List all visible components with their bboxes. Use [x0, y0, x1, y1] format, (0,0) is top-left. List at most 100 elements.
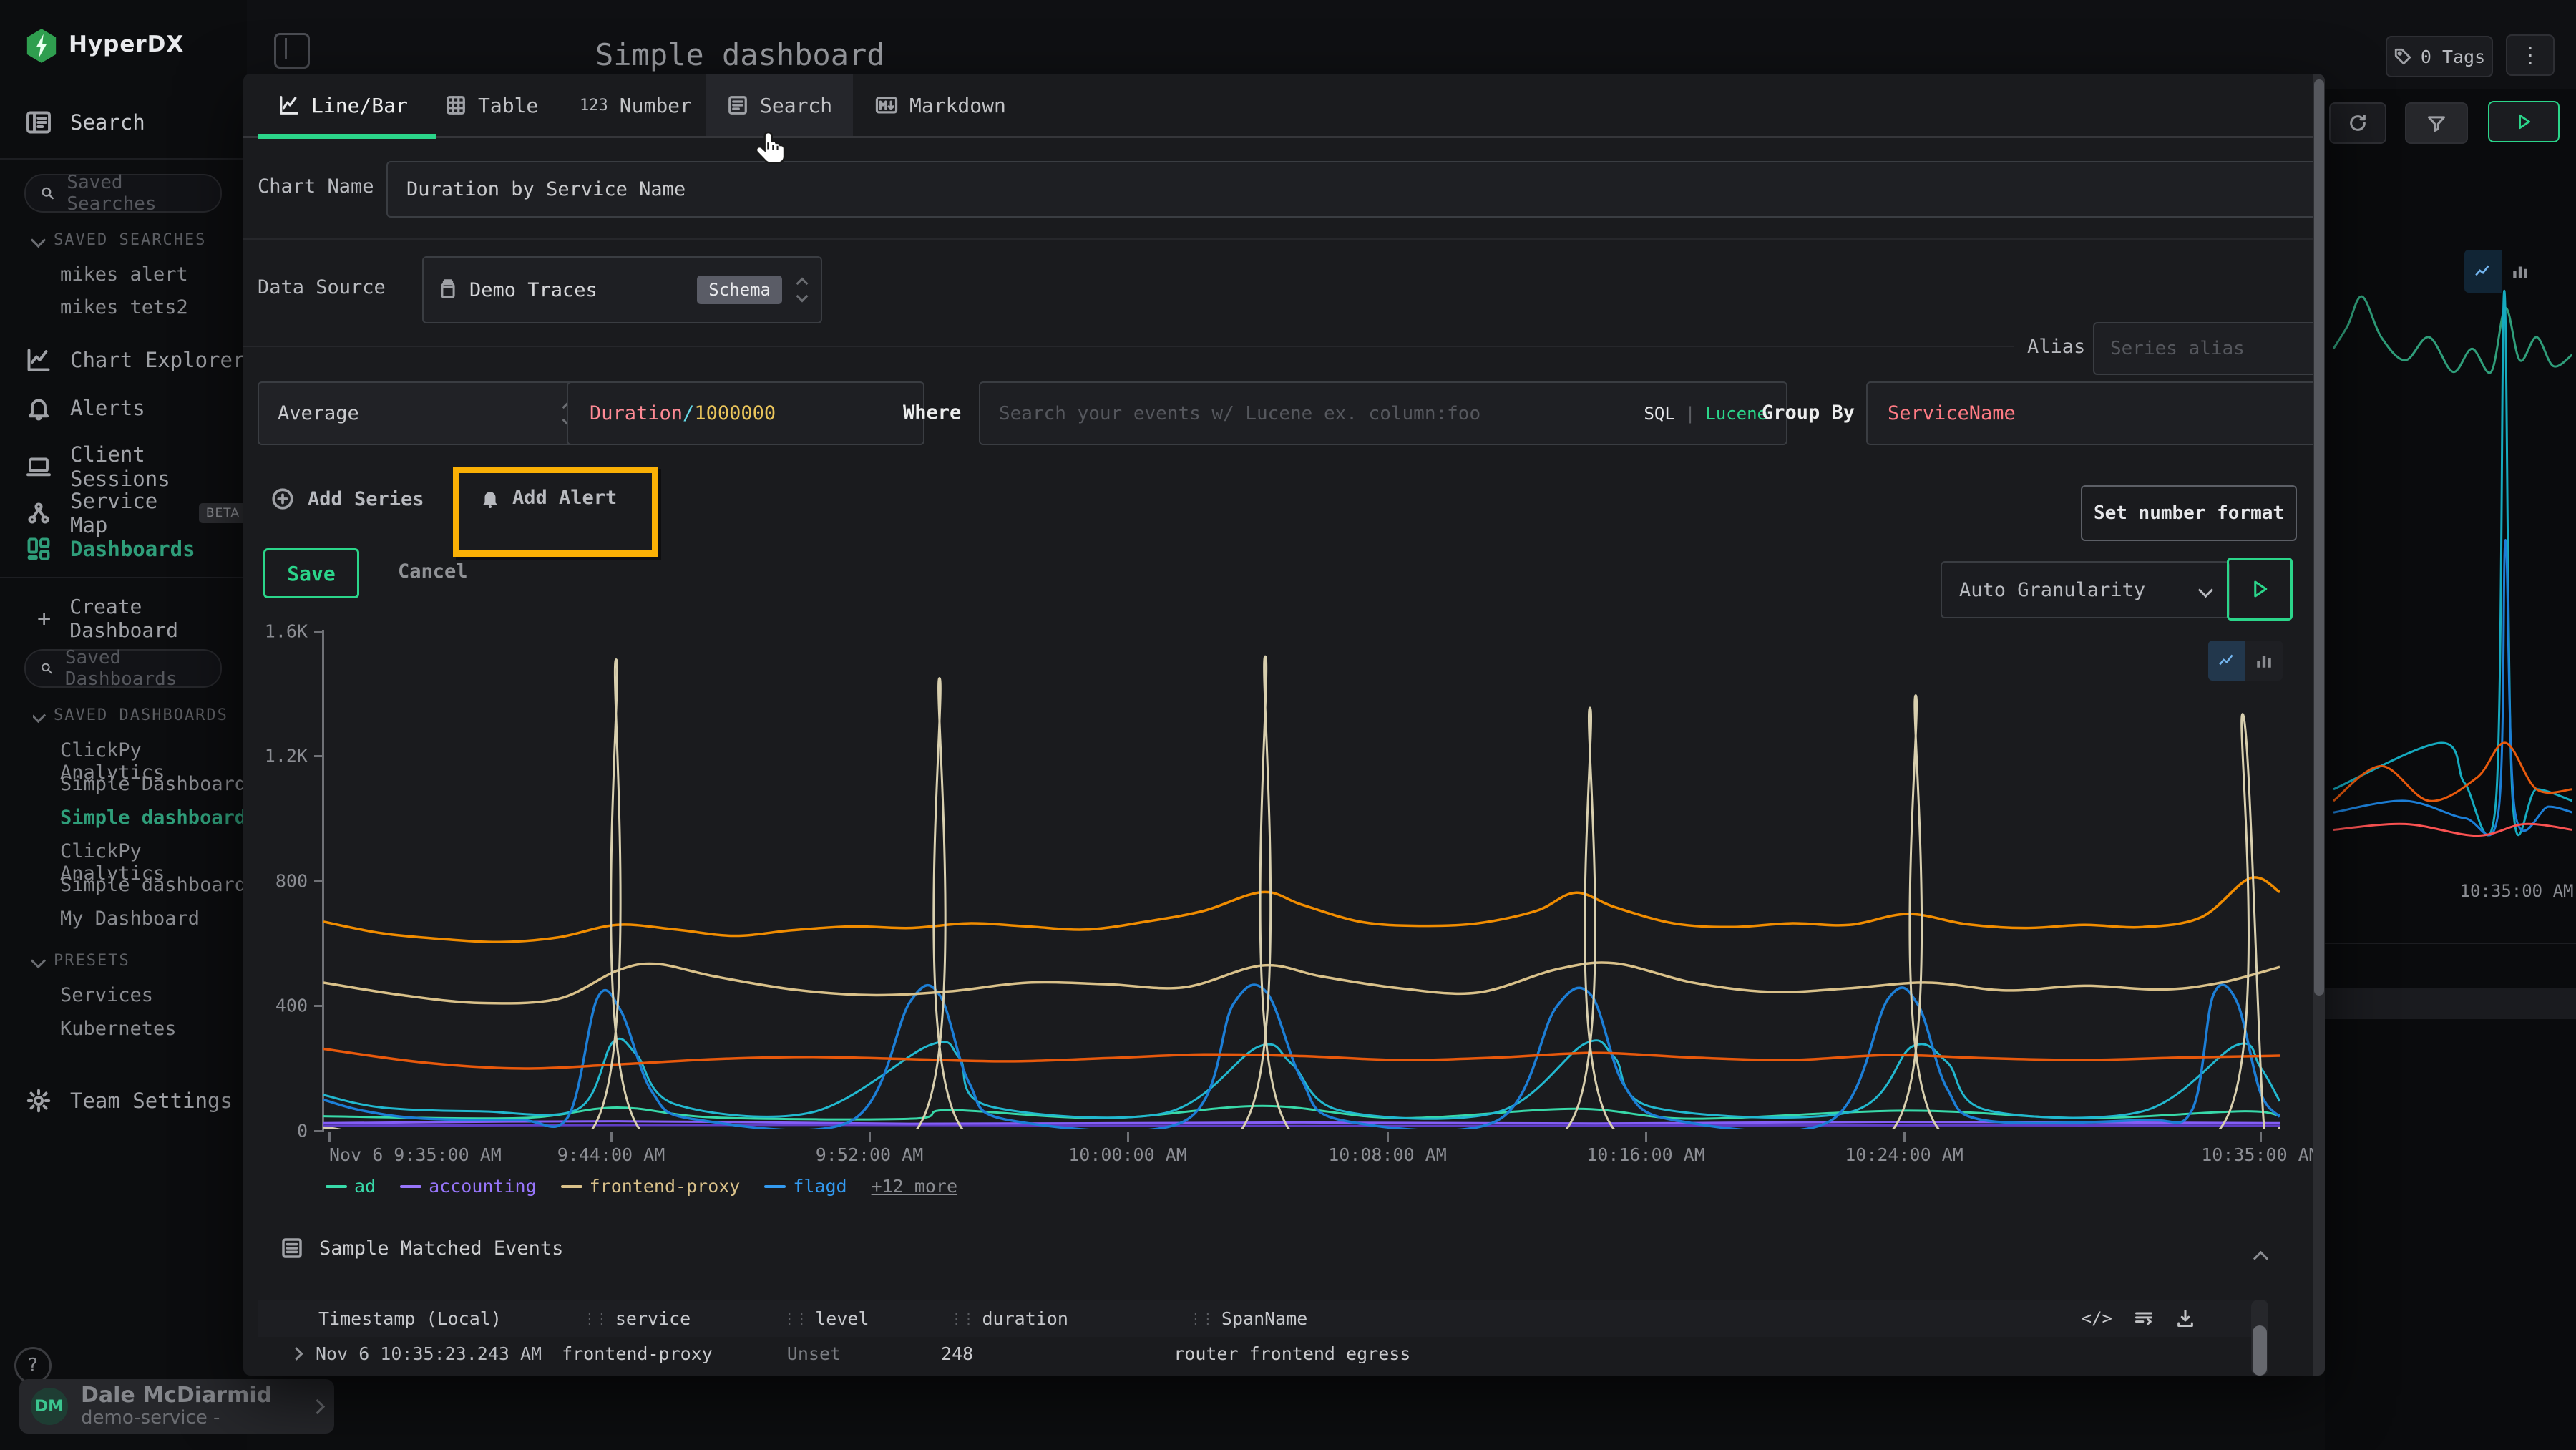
chart-name-value: Duration by Service Name	[406, 178, 686, 200]
sidebar-item-search[interactable]: Search	[26, 110, 145, 135]
tab-bar: Line/Bar Table 123 Number Search	[243, 74, 2325, 138]
sql-toggle[interactable]: SQL	[1644, 404, 1674, 424]
chart-name-input[interactable]: Duration by Service Name	[386, 161, 2325, 218]
sidebar-item-dashboards[interactable]: Dashboards	[26, 536, 195, 562]
drag-handle-icon[interactable]: ⋮⋮	[1189, 1310, 1213, 1327]
x-tick-label: 10:24:00 AM	[1845, 1144, 1963, 1165]
run-chart-button[interactable]	[2227, 558, 2293, 621]
kebab-menu-button[interactable]: ⋮	[2506, 34, 2555, 76]
download-icon[interactable]	[2175, 1308, 2195, 1328]
modal-scrollbar-thumb[interactable]	[2314, 79, 2324, 996]
tags-button[interactable]: 0 Tags	[2386, 36, 2493, 77]
tab-number[interactable]: 123 Number	[580, 74, 692, 137]
filter-button[interactable]	[2405, 102, 2468, 144]
tab-table[interactable]: Table	[445, 74, 538, 137]
gear-icon	[26, 1088, 52, 1114]
dashboard-item[interactable]: Simple dashboard	[60, 874, 246, 896]
drag-handle-icon[interactable]: ⋮⋮	[950, 1310, 974, 1327]
column-header[interactable]: Timestamp (Local)	[318, 1308, 502, 1329]
aggregation-fn-select[interactable]: Average	[258, 381, 592, 445]
add-alert-button[interactable]: Add Alert	[479, 487, 617, 509]
chevron-down-icon	[33, 708, 46, 723]
background-mini-chart[interactable]	[2333, 279, 2572, 859]
tab-search[interactable]: Search	[727, 74, 832, 137]
user-card[interactable]: DM Dale McDiarmid demo-service -	[19, 1379, 334, 1434]
where-search-input[interactable]: Search your events w/ Lucene ex. column:…	[979, 381, 1787, 445]
wrap-lines-icon[interactable]	[2134, 1308, 2154, 1328]
legend-item[interactable]: flagd	[764, 1176, 847, 1197]
dashboard-item-active[interactable]: Simple dashboard	[60, 807, 246, 829]
tab-label: Number	[620, 94, 692, 117]
search-icon	[40, 660, 54, 677]
saved-search-item[interactable]: mikes alert	[60, 263, 188, 286]
column-header[interactable]: service	[615, 1308, 691, 1329]
background-dashboard-strip: 10:35:00 AM	[2325, 89, 2576, 1450]
sidebar-item-label: Dashboards	[70, 537, 195, 561]
sidebar-item-alerts[interactable]: Alerts	[26, 395, 145, 421]
preset-item[interactable]: Kubernetes	[60, 1018, 177, 1040]
create-dashboard-button[interactable]: + Create Dashboard	[37, 595, 247, 642]
legend-more-link[interactable]: +12 more	[872, 1176, 957, 1197]
tab-line-bar[interactable]: Line/Bar	[278, 74, 408, 137]
sidebar-item-service-map[interactable]: Service Map BETA	[26, 489, 247, 537]
run-query-button[interactable]	[2488, 101, 2560, 142]
refresh-button[interactable]	[2329, 102, 2386, 144]
events-panel-header[interactable]: Sample Matched Events	[280, 1237, 563, 1260]
cell-level: Unset	[787, 1343, 841, 1364]
column-header[interactable]: level	[815, 1308, 869, 1329]
modal-scrollbar[interactable]	[2313, 74, 2325, 1376]
where-placeholder: Search your events w/ Lucene ex. column:…	[999, 403, 1634, 424]
x-tick	[610, 1132, 613, 1142]
drag-handle-icon[interactable]: ⋮⋮	[582, 1310, 607, 1327]
saved-search-item[interactable]: mikes tets2	[60, 296, 188, 318]
data-source-select[interactable]: Demo Traces Schema	[422, 256, 822, 323]
data-source-value: Demo Traces	[469, 279, 686, 301]
dashboard-item[interactable]: Simple Dashboard	[60, 773, 246, 795]
series-alias-input[interactable]: Series alias	[2093, 322, 2325, 375]
add-series-button[interactable]: Add Series	[270, 487, 424, 511]
saved-dashboards-section[interactable]: SAVED DASHBOARDS	[33, 706, 240, 724]
set-number-format-button[interactable]: Set number format	[2081, 485, 2297, 541]
table-scrollbar-thumb[interactable]	[2253, 1325, 2267, 1376]
x-tick	[1127, 1132, 1129, 1142]
duration-line-chart[interactable]	[323, 630, 2280, 1129]
saved-searches-input[interactable]: Saved Searches	[24, 174, 222, 213]
lucene-toggle[interactable]: Lucene	[1705, 404, 1767, 424]
table-row[interactable]: Nov 6 10:35:23.243 AM frontend-proxy Uns…	[258, 1337, 2267, 1370]
cell-timestamp: Nov 6 10:35:23.243 AM	[316, 1343, 542, 1364]
save-button[interactable]: Save	[263, 548, 359, 598]
granularity-select[interactable]: Auto Granularity	[1941, 561, 2230, 618]
saved-searches-section[interactable]: SAVED SEARCHES	[33, 231, 206, 249]
cell-timestamp: Nov 6 10:35:23.243 AM	[316, 1375, 542, 1376]
cancel-button[interactable]: Cancel	[398, 560, 468, 583]
dashboard-item[interactable]: My Dashboard	[60, 908, 200, 930]
sidebar-item-client-sessions[interactable]: Client Sessions	[26, 442, 247, 491]
expand-row-icon[interactable]	[290, 1347, 303, 1360]
legend-item[interactable]: accounting	[400, 1176, 537, 1197]
column-header[interactable]: SpanName	[1221, 1308, 1307, 1329]
group-by-input[interactable]: ServiceName	[1866, 381, 2325, 445]
field-expression-input[interactable]: Duration/1000000	[567, 381, 924, 445]
pipe-divider: |	[1685, 404, 1695, 424]
sidebar-item-team-settings[interactable]: Team Settings	[26, 1088, 233, 1114]
column-header[interactable]: duration	[982, 1308, 1068, 1329]
table-scrollbar[interactable]	[2251, 1300, 2268, 1376]
chevron-up-icon	[796, 278, 809, 290]
legend-item[interactable]: ad	[326, 1176, 376, 1197]
legend-label: flagd	[793, 1176, 847, 1197]
sidebar: Search Saved Searches SAVED SEARCHES mik…	[0, 89, 247, 1450]
legend-item[interactable]: frontend-proxy	[561, 1176, 741, 1197]
sidebar-collapse-icon[interactable]	[274, 33, 310, 69]
drag-handle-icon[interactable]: ⋮⋮	[782, 1310, 806, 1327]
chart-name-label: Chart Name	[258, 175, 374, 198]
presets-section[interactable]: PRESETS	[33, 952, 130, 970]
sidebar-item-chart-explorer[interactable]: Chart Explorer	[26, 347, 245, 373]
saved-dashboards-input[interactable]: Saved Dashboards	[24, 649, 222, 688]
code-view-icon[interactable]: </>	[2082, 1308, 2112, 1328]
collapse-panel-icon[interactable]	[2253, 1251, 2268, 1266]
y-tick-label: 800	[250, 871, 308, 892]
table-row[interactable]: Nov 6 10:35:23.243 AM frontend-proxy Uns…	[258, 1371, 2267, 1376]
brand-name[interactable]: HyperDX	[69, 31, 184, 57]
tab-markdown[interactable]: Markdown	[875, 74, 1006, 137]
preset-item[interactable]: Services	[60, 984, 153, 1006]
